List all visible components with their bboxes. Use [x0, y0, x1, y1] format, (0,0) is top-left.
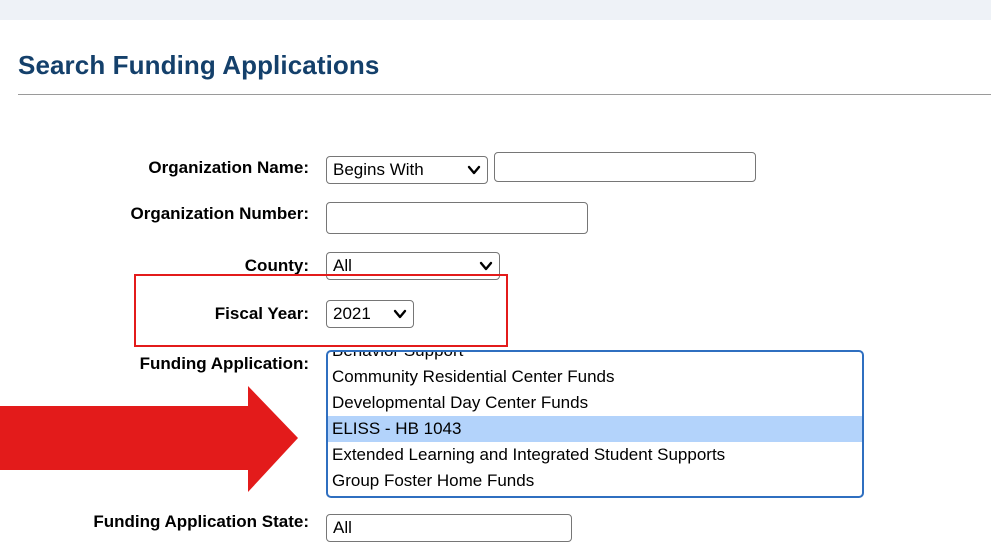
listbox-option[interactable]: Behavior Support: [328, 352, 862, 364]
top-bar: [0, 0, 991, 20]
listbox-option[interactable]: Group Foster Home Funds: [328, 468, 862, 494]
organization-number-label: Organization Number:: [130, 204, 309, 223]
highlight-box: [134, 274, 508, 347]
listbox-option[interactable]: Developmental Day Center Funds: [328, 390, 862, 416]
red-arrow-icon: [0, 386, 298, 492]
county-value: All: [333, 256, 352, 275]
organization-number-input[interactable]: [326, 202, 588, 234]
funding-application-listbox[interactable]: Behavior Support Community Residential C…: [326, 350, 864, 498]
listbox-option[interactable]: Community Residential Center Funds: [328, 364, 862, 390]
organization-name-match-select[interactable]: Begins With: [326, 156, 488, 184]
organization-name-match-value: Begins With: [333, 160, 424, 179]
organization-name-input[interactable]: [494, 152, 756, 182]
funding-application-state-select[interactable]: All: [326, 514, 572, 542]
chevron-down-icon: [479, 261, 493, 271]
listbox-option-selected[interactable]: ELISS - HB 1043: [328, 416, 862, 442]
funding-application-label: Funding Application:: [139, 354, 309, 373]
page-title: Search Funding Applications: [18, 50, 380, 80]
listbox-option[interactable]: Extended Learning and Integrated Student…: [328, 442, 862, 468]
funding-application-state-label: Funding Application State:: [93, 512, 309, 531]
title-divider: [18, 94, 991, 95]
chevron-down-icon: [467, 165, 481, 175]
organization-name-label: Organization Name:: [148, 158, 309, 177]
county-label: County:: [244, 256, 309, 275]
funding-application-state-value: All: [333, 518, 352, 537]
